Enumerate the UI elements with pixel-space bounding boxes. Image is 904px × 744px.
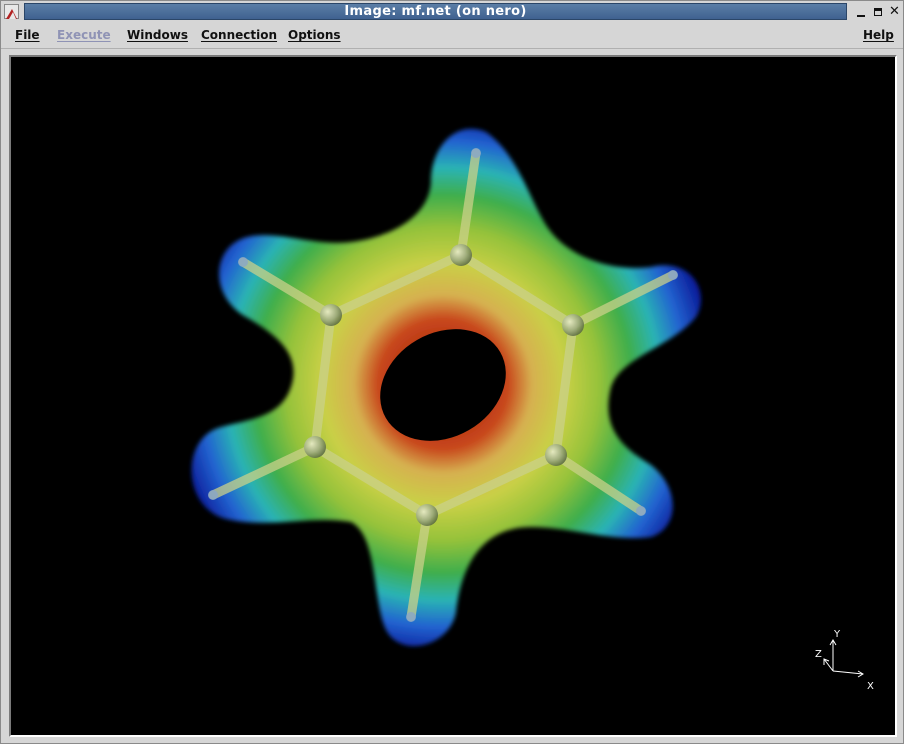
axis-triad [823,639,864,678]
close-icon[interactable]: ✕ [887,4,902,19]
title-bar[interactable]: Image: mf.net (on nero) ✕ [1,1,903,23]
app-logo-icon [6,9,17,19]
axis-y-label: Y [833,629,841,640]
minimize-icon[interactable] [853,4,868,19]
axis-z-label: Z [815,649,822,660]
menu-file[interactable]: File [15,28,40,42]
menu-help[interactable]: Help [863,28,894,42]
maximize-icon[interactable] [870,4,885,19]
window-title: Image: mf.net (on nero) [24,3,847,20]
axis-x-label: X [867,681,874,692]
menu-connection[interactable]: Connection [201,28,277,42]
menu-bar: File Execute Windows Connection Options … [1,23,903,49]
molecule-scene: Y X Z [191,128,874,692]
application-window: Image: mf.net (on nero) ✕ File Execute W… [0,0,904,744]
menu-execute[interactable]: Execute [57,28,111,42]
menu-windows[interactable]: Windows [127,28,188,42]
render-viewport-frame: Y X Z [9,55,897,737]
render-viewport[interactable]: Y X Z [11,57,895,735]
menu-options[interactable]: Options [288,28,341,42]
app-menu-icon[interactable] [4,4,19,19]
